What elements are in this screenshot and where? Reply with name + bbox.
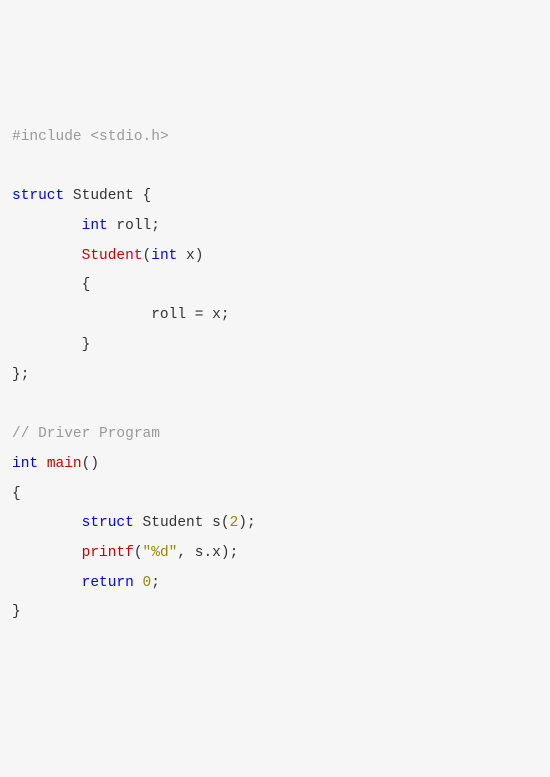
struct-name: Student xyxy=(64,188,142,204)
keyword-return: return xyxy=(82,575,134,591)
keyword-int: int xyxy=(12,456,38,472)
paren-close: ) xyxy=(195,248,204,264)
keyword-struct: struct xyxy=(12,188,64,204)
paren-open: ( xyxy=(221,515,230,531)
main-parens: () xyxy=(82,456,99,472)
code-block: #include <stdio.h> struct Student { int … xyxy=(12,123,538,628)
member-roll: roll; xyxy=(108,218,160,234)
struct-close: }; xyxy=(12,367,29,383)
indent xyxy=(12,218,82,234)
constructor-name: Student xyxy=(82,248,143,264)
printf-args: , s.x); xyxy=(177,545,238,561)
indent xyxy=(12,277,82,293)
comment-driver: // Driver Program xyxy=(12,426,160,442)
param-x: x xyxy=(177,248,194,264)
indent xyxy=(12,545,82,561)
brace-close: } xyxy=(12,604,21,620)
brace-open: { xyxy=(12,486,21,502)
preprocessor-directive: #include xyxy=(12,129,82,145)
indent xyxy=(12,307,151,323)
number-zero: 0 xyxy=(143,575,152,591)
header-name: <stdio.h> xyxy=(82,129,169,145)
brace-close: } xyxy=(82,337,91,353)
semicolon: ; xyxy=(151,575,160,591)
keyword-int: int xyxy=(82,218,108,234)
indent xyxy=(12,515,82,531)
keyword-int: int xyxy=(151,248,177,264)
space xyxy=(134,575,143,591)
format-string: "%d" xyxy=(143,545,178,561)
call-printf: printf xyxy=(82,545,134,561)
variable-decl: Student s xyxy=(134,515,221,531)
keyword-struct: struct xyxy=(82,515,134,531)
paren-open: ( xyxy=(143,248,152,264)
indent xyxy=(12,575,82,591)
number-arg: 2 xyxy=(230,515,239,531)
indent xyxy=(12,248,82,264)
brace-open: { xyxy=(82,277,91,293)
brace-open: { xyxy=(143,188,152,204)
function-main: main xyxy=(47,456,82,472)
paren-close-semi: ); xyxy=(238,515,255,531)
paren-open: ( xyxy=(134,545,143,561)
space xyxy=(38,456,47,472)
assignment-stmt: roll = x; xyxy=(151,307,229,323)
indent xyxy=(12,337,82,353)
